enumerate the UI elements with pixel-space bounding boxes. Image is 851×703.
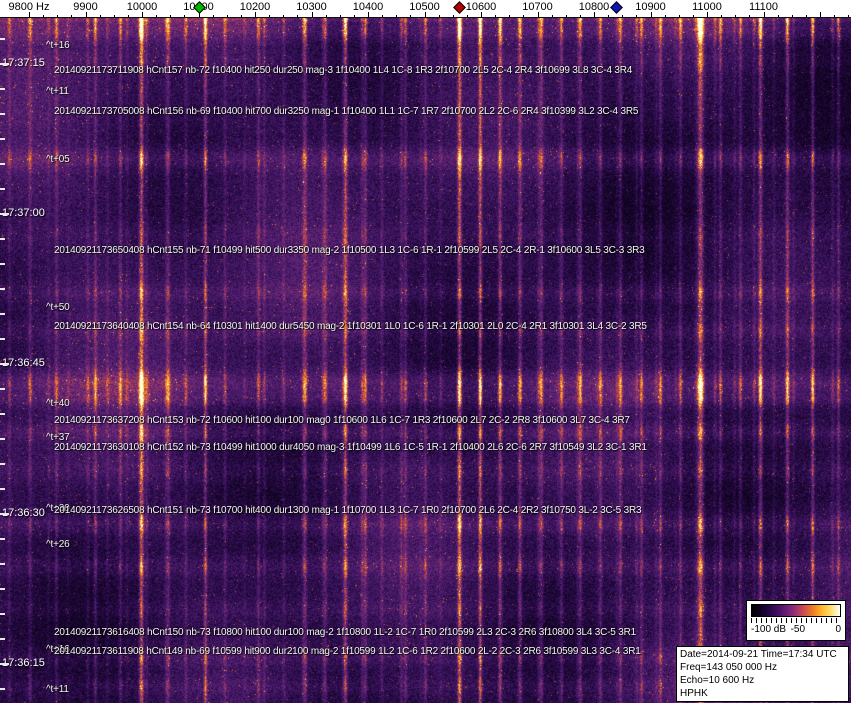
freq-tick: [184, 15, 185, 17]
freq-tick: [354, 15, 355, 17]
freq-tick: [114, 15, 115, 17]
db-min-label: -100 dB: [751, 624, 786, 635]
freq-tick: [580, 15, 581, 17]
info-frequency: Freq=143 050 000 Hz: [680, 661, 845, 674]
freq-tick: [86, 12, 87, 17]
freq-tick: [439, 15, 440, 17]
freq-tick: [594, 12, 595, 17]
db-color-scale: -100 dB -50 0: [746, 600, 846, 641]
freq-tick: [142, 12, 143, 17]
freq-tick: [679, 15, 680, 17]
freq-tick: [538, 12, 539, 17]
status-info-box: Date=2014-09-21 Time=17:34 UTC Freq=143 …: [676, 646, 849, 702]
freq-tick: [410, 15, 411, 17]
freq-tick: [128, 15, 129, 17]
freq-tick: [764, 12, 765, 17]
freq-tick: [29, 12, 30, 17]
freq-tick: [396, 15, 397, 17]
freq-tick: [820, 12, 821, 17]
freq-tick: [156, 15, 157, 17]
freq-tick: [283, 15, 284, 17]
freq-tick: [707, 12, 708, 17]
blue-diamond-marker[interactable]: [610, 1, 623, 14]
freq-tick: [735, 15, 736, 17]
info-station-code: HPHK: [680, 687, 845, 700]
freq-tick: [721, 15, 722, 17]
freq-tick: [749, 15, 750, 17]
freq-tick: [326, 15, 327, 17]
freq-tick: [255, 12, 256, 17]
color-gradient-bar: [751, 604, 841, 617]
freq-tick: [523, 15, 524, 17]
freq-tick: [269, 15, 270, 17]
freq-tick: [778, 15, 779, 17]
freq-tick: [71, 15, 72, 17]
freq-tick: [297, 15, 298, 17]
freq-tick: [509, 15, 510, 17]
freq-tick: [622, 15, 623, 17]
freq-tick: [57, 15, 58, 17]
freq-tick: [312, 12, 313, 17]
freq-tick: [636, 15, 637, 17]
freq-tick: [566, 15, 567, 17]
freq-tick: [552, 15, 553, 17]
db-scale-labels: -100 dB -50 0: [751, 624, 841, 638]
freq-tick: [453, 15, 454, 17]
red-diamond-marker[interactable]: [453, 1, 466, 14]
db-max-label: 0: [835, 624, 841, 635]
freq-tick: [213, 15, 214, 17]
freq-tick: [100, 15, 101, 17]
freq-tick: [693, 15, 694, 17]
freq-tick: [848, 15, 849, 17]
freq-tick: [651, 12, 652, 17]
freq-tick: [43, 15, 44, 17]
freq-tick: [425, 12, 426, 17]
db-scale-ticks: [751, 618, 841, 623]
freq-tick: [481, 12, 482, 17]
freq-tick: [170, 15, 171, 17]
freq-tick: [834, 15, 835, 17]
spectrogram-display[interactable]: [0, 17, 851, 703]
freq-tick: [495, 15, 496, 17]
freq-tick: [806, 15, 807, 17]
freq-tick: [382, 15, 383, 17]
freq-tick: [665, 15, 666, 17]
freq-tick: [368, 12, 369, 17]
db-mid-label: -50: [791, 624, 805, 635]
spectrogram-app: 17:37:1517:37:0017:36:4517:36:3017:36:15…: [0, 0, 851, 703]
info-date-time: Date=2014-09-21 Time=17:34 UTC: [680, 648, 845, 661]
freq-tick: [340, 15, 341, 17]
freq-tick: [792, 15, 793, 17]
info-echo: Echo=10 600 Hz: [680, 674, 845, 687]
freq-tick: [467, 15, 468, 17]
freq-tick: [227, 15, 228, 17]
frequency-axis: 9800 Hz990010000101001020010300104001050…: [0, 0, 851, 18]
freq-tick: [608, 15, 609, 17]
freq-tick: [241, 15, 242, 17]
